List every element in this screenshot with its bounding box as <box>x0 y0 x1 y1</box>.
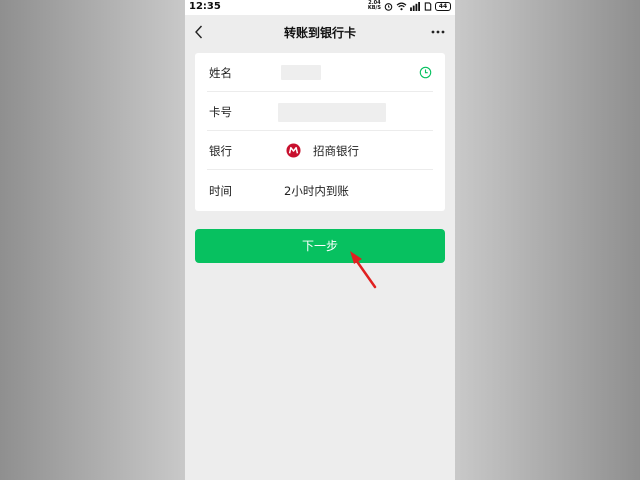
arrival-time-row[interactable]: 时间 2小时内到账 <box>195 171 445 210</box>
page-title: 转账到银行卡 <box>283 26 356 40</box>
clock-icon[interactable] <box>419 66 432 79</box>
alarm-icon <box>384 2 393 11</box>
navigation-bar: 转账到银行卡 <box>185 15 455 49</box>
name-row[interactable]: 姓名 <box>195 53 445 92</box>
card-number-input-redacted[interactable] <box>278 103 386 122</box>
name-label: 姓名 <box>209 66 232 80</box>
status-icons: 2.04 KB/S 44 <box>368 1 451 11</box>
next-step-button[interactable]: 下一步 <box>195 229 445 263</box>
name-input-redacted[interactable] <box>281 65 321 80</box>
row-divider <box>207 169 433 170</box>
network-speed-unit: KB/S <box>367 5 381 11</box>
status-time: 12:35 <box>189 1 221 12</box>
bank-name: 招商银行 <box>313 144 359 158</box>
status-bar: 12:35 2.04 KB/S 44 <box>185 0 455 15</box>
arrival-time-label: 时间 <box>209 184 232 198</box>
more-dots-icon[interactable] <box>431 29 445 35</box>
battery-indicator: 44 <box>435 1 451 11</box>
bank-row[interactable]: 银行 招商银行 <box>195 131 445 170</box>
sim-card-icon <box>424 1 432 11</box>
arrival-time-value: 2小时内到账 <box>284 184 349 198</box>
cmb-bank-logo-icon <box>286 143 301 158</box>
signal-icon <box>410 1 420 11</box>
card-number-label: 卡号 <box>209 105 232 119</box>
transfer-form-card: 姓名 卡号 银行 招商银行 时间 2小时内到账 <box>195 53 445 211</box>
phone-screen: 12:35 2.04 KB/S 44 转账到银行卡 姓名 卡号 银行 招商银行 … <box>185 0 455 480</box>
card-number-row[interactable]: 卡号 <box>195 92 445 131</box>
wifi-icon <box>396 2 407 10</box>
bank-label: 银行 <box>209 144 232 158</box>
network-speed: 2.04 KB/S <box>368 1 381 11</box>
